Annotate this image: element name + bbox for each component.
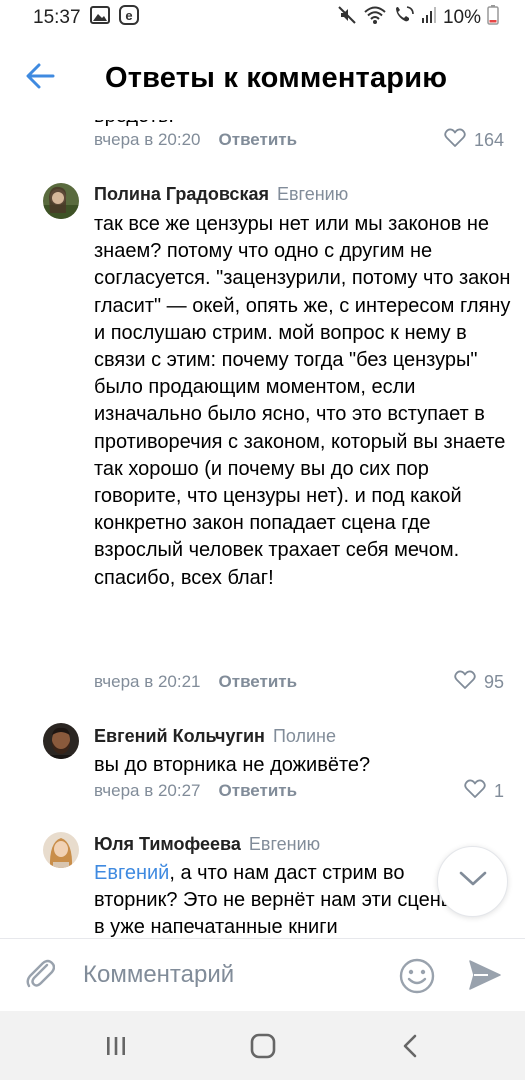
comment-time: вчера в 20:27 (94, 781, 201, 800)
system-nav-bar (0, 1011, 525, 1080)
comment-author[interactable]: Юля Тимофеева (94, 834, 241, 854)
back-button[interactable] (0, 36, 80, 120)
comment-meta: вчера в 20:21 Ответить 95 (94, 669, 504, 695)
recents-icon[interactable] (96, 1029, 136, 1063)
battery-percent: 10% (442, 7, 481, 28)
like-count: 1 (493, 780, 504, 801)
call-signal-icon (393, 5, 415, 31)
e-app-icon: e (118, 5, 139, 31)
attach-button[interactable] (0, 939, 80, 1012)
comment-time: вчера в 20:20 (94, 130, 201, 149)
arrow-left-icon (25, 63, 55, 94)
send-icon[interactable] (468, 959, 502, 996)
home-icon[interactable] (243, 1029, 283, 1063)
like-count: 95 (483, 671, 504, 692)
comment-header: Евгений Кольчугин Полине (94, 726, 336, 747)
comment-time: вчера в 20:21 (94, 672, 201, 691)
comment-author[interactable]: Полина Градовская (94, 184, 269, 204)
comment-reply-to[interactable]: Полине (273, 726, 336, 746)
like-button[interactable]: 95 (454, 670, 504, 695)
reply-button[interactable]: Ответить (219, 672, 298, 692)
battery-icon (487, 5, 499, 31)
status-time: 15:37 (33, 7, 81, 28)
avatar[interactable] (43, 723, 79, 759)
mention-link[interactable]: Евгений (94, 862, 169, 884)
heart-icon (444, 128, 466, 153)
mute-icon (337, 5, 357, 31)
clipped-comment-meta: вчера в 20:20 Ответить 164 (94, 127, 504, 153)
comment-reply-to[interactable]: Евгению (249, 834, 320, 854)
signal-icon (421, 6, 437, 30)
comment-reply-to[interactable]: Евгению (277, 184, 348, 204)
heart-icon (454, 670, 476, 695)
comment-text: вы до вторника не доживёте? (94, 754, 371, 776)
comment-header: Юля Тимофеева Евгению (94, 834, 320, 855)
scroll-down-button[interactable] (437, 846, 508, 917)
paperclip-icon (25, 955, 56, 996)
comment-composer (0, 938, 525, 1011)
comment-meta: вчера в 20:27 Ответить 1 (94, 778, 504, 804)
heart-icon (464, 779, 486, 804)
header: Ответы к комментарию (0, 36, 525, 120)
wifi-icon (363, 5, 387, 31)
comment-author[interactable]: Евгений Кольчугин (94, 726, 265, 746)
chevron-down-icon (459, 871, 487, 892)
page-title: Ответы к комментарию (105, 61, 448, 94)
reply-button[interactable]: Ответить (219, 130, 298, 150)
back-chevron-icon[interactable] (390, 1029, 430, 1063)
comment-text: так все же цензуры нет или мы законов не… (94, 213, 511, 589)
comments-feed[interactable]: вредоть. вчера в 20:20 Ответить 164 Поли… (0, 120, 525, 938)
like-button[interactable]: 1 (464, 779, 504, 804)
comment-text: Евгений, а что нам даст стрим во вторник… (94, 860, 464, 938)
avatar[interactable] (43, 832, 79, 868)
comment-header: Полина Градовская Евгению (94, 184, 348, 205)
svg-text:e: e (125, 8, 132, 23)
status-bar: 15:37 e 10% (0, 0, 525, 36)
like-count: 164 (473, 129, 504, 150)
gallery-icon (89, 6, 110, 30)
avatar[interactable] (43, 183, 79, 219)
reply-button[interactable]: Ответить (219, 781, 298, 801)
smiley-icon[interactable] (398, 957, 436, 1000)
comment-input[interactable] (83, 961, 383, 989)
like-button[interactable]: 164 (444, 128, 504, 153)
